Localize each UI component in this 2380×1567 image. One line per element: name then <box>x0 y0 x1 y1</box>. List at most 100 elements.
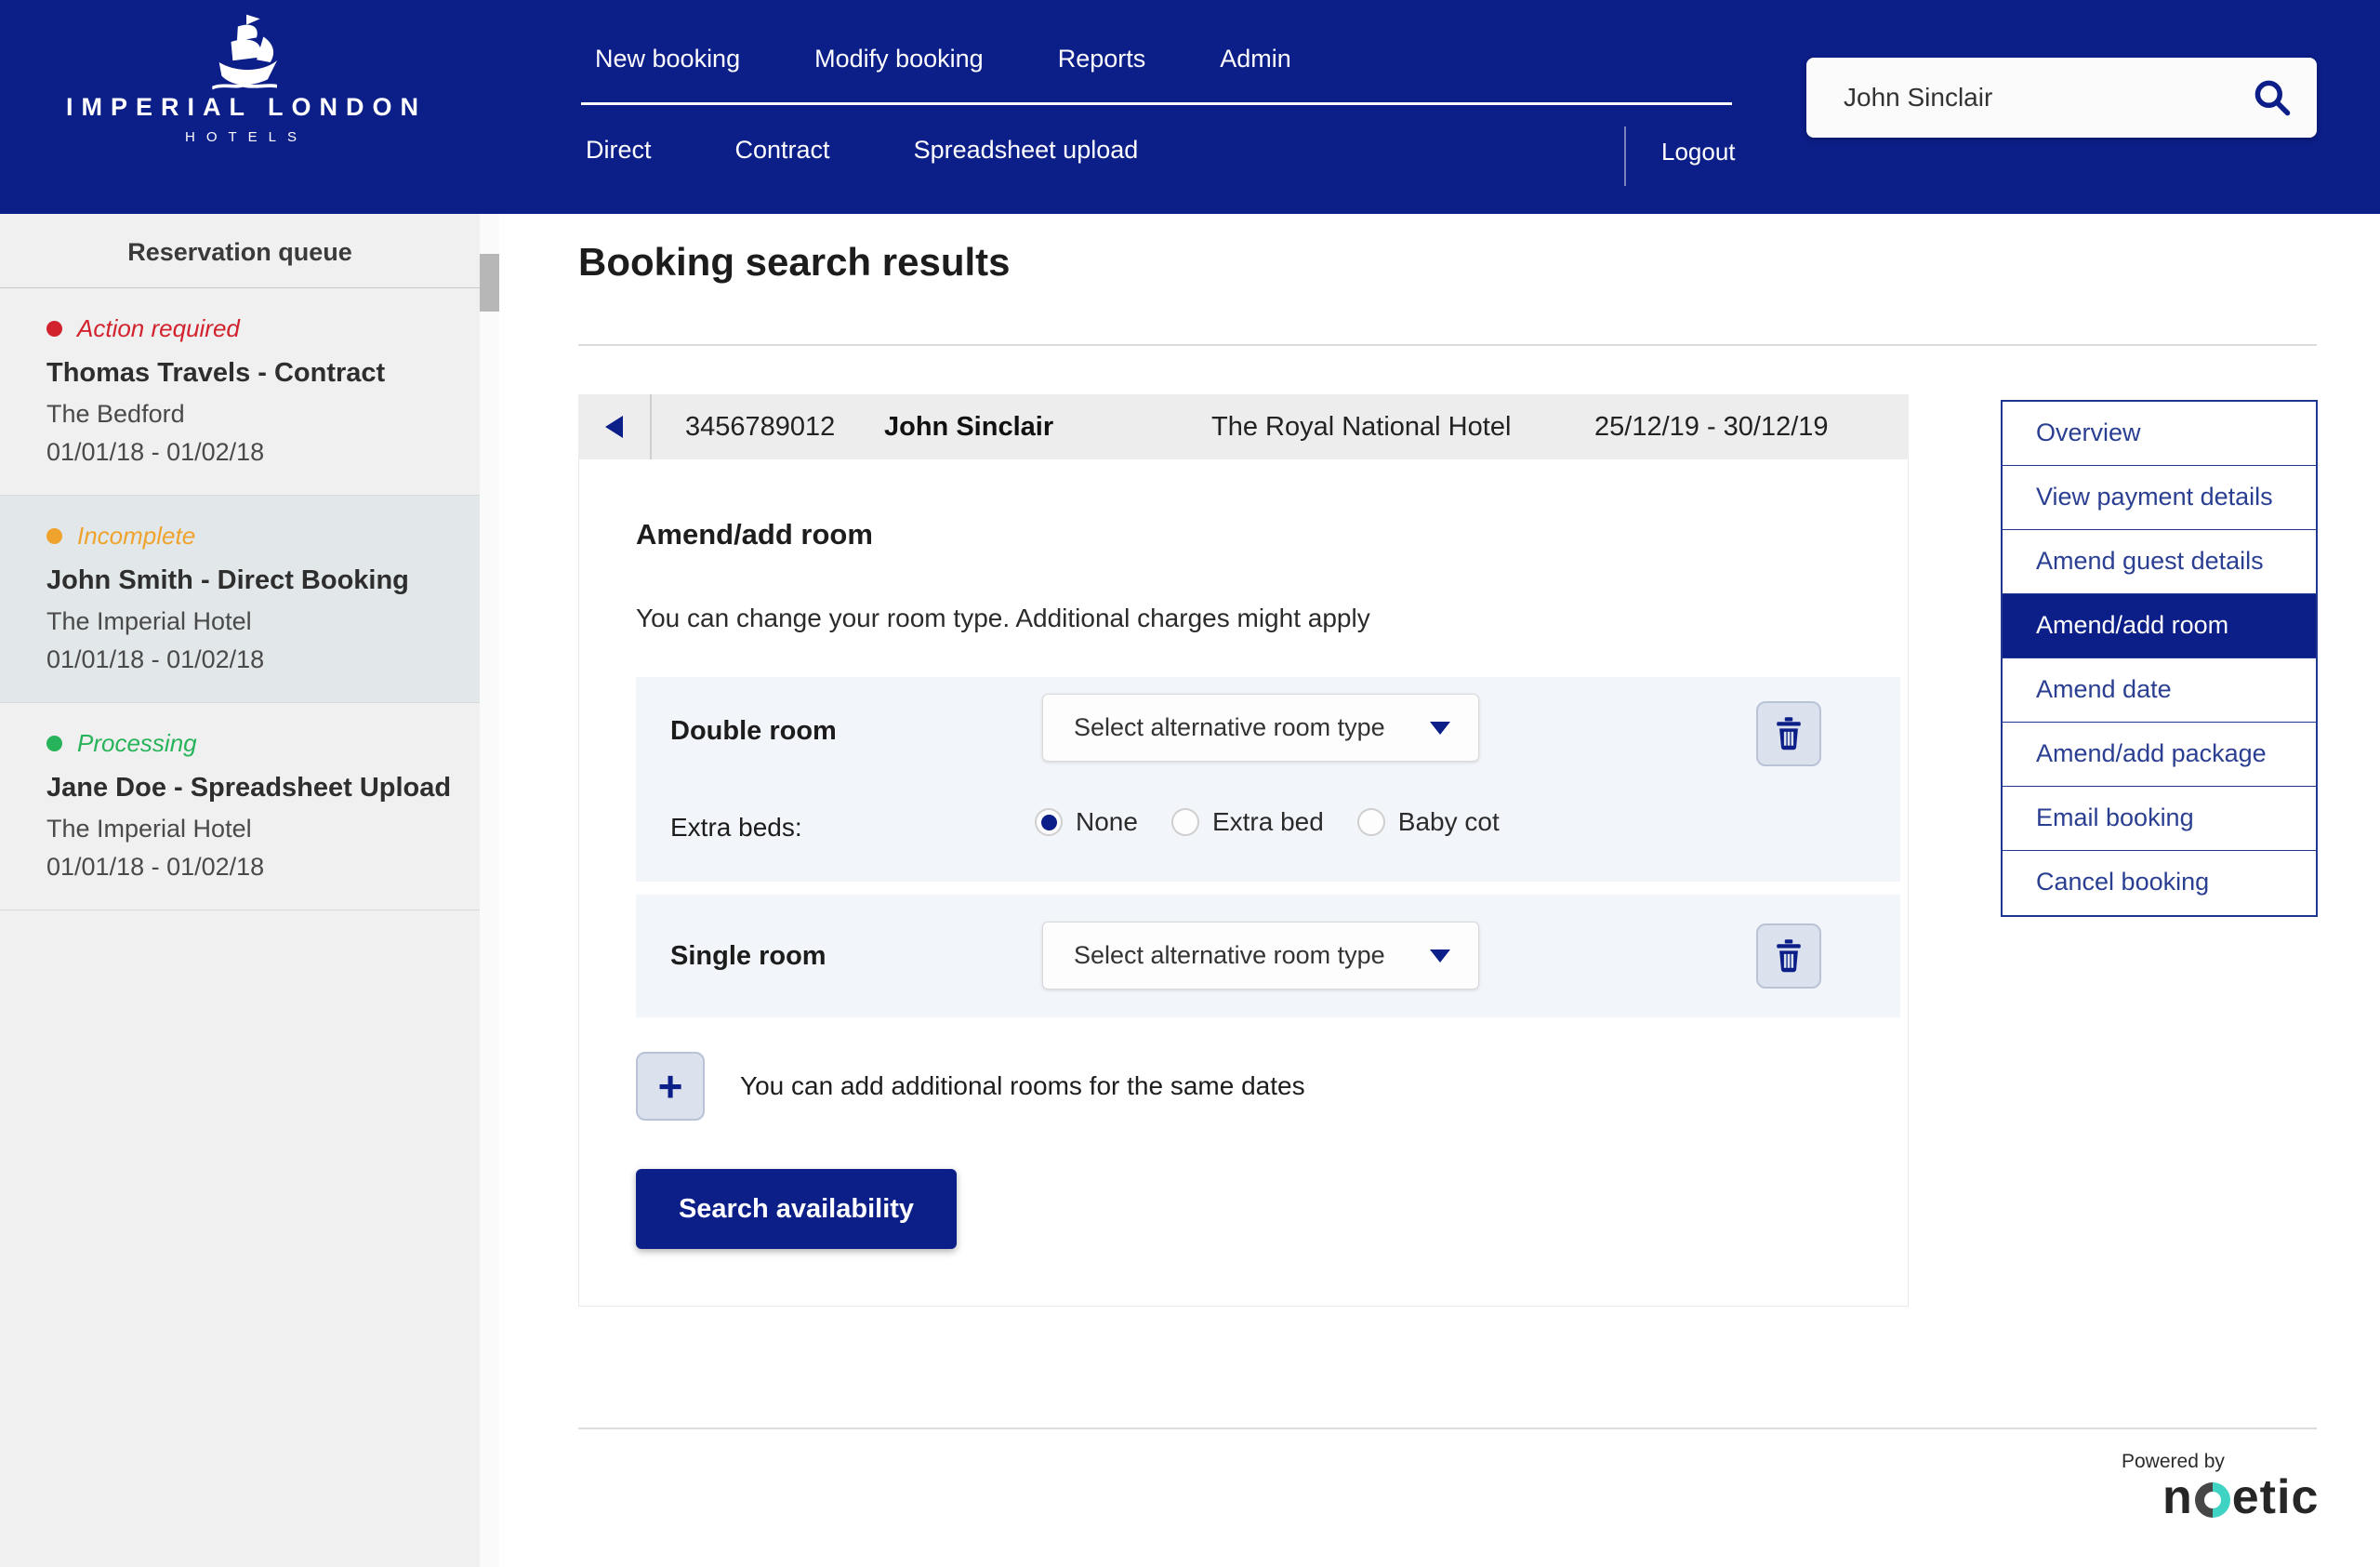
add-room-button[interactable]: + <box>636 1052 705 1121</box>
queue-item-hotel: The Imperial Hotel <box>46 815 461 843</box>
booking-hotel: The Royal National Hotel <box>1211 412 1594 443</box>
collapse-booking-button[interactable] <box>578 394 652 459</box>
delete-room-button[interactable] <box>1756 701 1821 766</box>
radio-circle-checked <box>1035 808 1063 836</box>
noetic-logo-n: n <box>2162 1469 2193 1525</box>
sidebar-title: Reservation queue <box>0 214 480 267</box>
radio-label: Baby cot <box>1398 807 1500 837</box>
trash-icon <box>1773 938 1805 974</box>
queue-item-dates: 01/01/18 - 01/02/18 <box>46 853 461 882</box>
queue-item-name: Thomas Travels - Contract <box>46 358 461 389</box>
extra-beds-radio-group: None Extra bed Baby cot <box>1035 807 1500 837</box>
page-title: Booking search results <box>578 240 1010 285</box>
menu-item-email-booking[interactable]: Email booking <box>2003 787 2316 851</box>
noetic-logo: netic <box>2162 1469 2319 1525</box>
status-label: Action required <box>77 314 240 343</box>
menu-item-overview[interactable]: Overview <box>2003 402 2316 466</box>
room-panel-double: Double room Select alternative room type… <box>636 677 1900 882</box>
secondary-nav: Direct Contract Spreadsheet upload <box>586 136 1138 165</box>
queue-item-dates: 01/01/18 - 01/02/18 <box>46 438 461 467</box>
booking-action-menu: Overview View payment details Amend gues… <box>2001 400 2318 917</box>
queue-item-hotel: The Bedford <box>46 400 461 429</box>
sidebar-scrollbar-thumb[interactable] <box>480 254 499 312</box>
ship-logo-icon <box>56 11 437 93</box>
brand-name: IMPERIAL LONDON <box>56 93 437 122</box>
nav-new-booking[interactable]: New booking <box>595 45 740 73</box>
queue-item-dates: 01/01/18 - 01/02/18 <box>46 645 461 674</box>
chevron-down-icon <box>1430 949 1450 963</box>
triangle-left-icon <box>605 416 623 438</box>
status-dot <box>46 736 62 751</box>
booking-guest-name: John Sinclair <box>884 412 1211 443</box>
noetic-logo-etic: etic <box>2232 1469 2320 1525</box>
radio-label: None <box>1076 807 1138 837</box>
trash-icon <box>1773 716 1805 751</box>
brand-subtitle: HOTELS <box>56 129 437 145</box>
booking-result-row[interactable]: 3456789012 John Sinclair The Royal Natio… <box>578 394 1909 459</box>
nav-modify-booking[interactable]: Modify booking <box>814 45 984 73</box>
status-row: Incomplete <box>46 522 461 551</box>
radio-extra-bed[interactable]: Extra bed <box>1171 807 1324 837</box>
chevron-down-icon <box>1430 722 1450 735</box>
menu-item-view-payment-details[interactable]: View payment details <box>2003 466 2316 530</box>
primary-nav: New booking Modify booking Reports Admin <box>595 45 1291 73</box>
status-row: Action required <box>46 314 461 343</box>
section-description: You can change your room type. Additiona… <box>636 604 1370 633</box>
delete-room-button[interactable] <box>1756 923 1821 989</box>
status-row: Processing <box>46 729 461 758</box>
room-select-placeholder: Select alternative room type <box>1043 713 1430 742</box>
radio-none[interactable]: None <box>1035 807 1138 837</box>
logout-button[interactable]: Logout <box>1661 138 1736 166</box>
radio-baby-cot[interactable]: Baby cot <box>1357 807 1500 837</box>
noetic-logo-o-icon <box>2195 1482 2230 1518</box>
menu-item-cancel-booking[interactable]: Cancel booking <box>2003 851 2316 915</box>
nav-reports[interactable]: Reports <box>1058 45 1146 73</box>
status-label: Incomplete <box>77 522 195 551</box>
search-availability-button[interactable]: Search availability <box>636 1169 957 1249</box>
booking-card: 3456789012 John Sinclair The Royal Natio… <box>578 394 1909 1307</box>
brand-logo: IMPERIAL LONDON HOTELS <box>56 11 437 145</box>
nav-admin[interactable]: Admin <box>1220 45 1291 73</box>
search-icon[interactable] <box>2252 77 2293 118</box>
booking-id: 3456789012 <box>652 412 884 443</box>
search-input[interactable] <box>1806 83 2252 113</box>
footer-rule <box>578 1428 2317 1429</box>
search-box <box>1806 58 2317 138</box>
queue-item-name: John Smith - Direct Booking <box>46 565 461 596</box>
booking-dates: 25/12/19 - 30/12/19 <box>1594 412 1829 443</box>
room-panel-single: Single room Select alternative room type <box>636 895 1900 1017</box>
nav-underline <box>581 102 1732 105</box>
top-header-bar: IMPERIAL LONDON HOTELS New booking Modif… <box>0 0 2380 214</box>
queue-item-thomas-travels[interactable]: Action required Thomas Travels - Contrac… <box>0 288 480 496</box>
section-title: Amend/add room <box>636 518 873 551</box>
menu-item-amend-add-package[interactable]: Amend/add package <box>2003 723 2316 787</box>
status-label: Processing <box>77 729 197 758</box>
nav-contract[interactable]: Contract <box>735 136 830 165</box>
radio-circle <box>1357 808 1385 836</box>
radio-circle <box>1171 808 1199 836</box>
menu-item-amend-add-room[interactable]: Amend/add room <box>2003 594 2316 658</box>
add-room-row: + You can add additional rooms for the s… <box>636 1052 1305 1121</box>
queue-item-name: Jane Doe - Spreadsheet Upload <box>46 773 461 803</box>
queue-item-jane-doe[interactable]: Processing Jane Doe - Spreadsheet Upload… <box>0 703 480 910</box>
queue-item-hotel: The Imperial Hotel <box>46 607 461 636</box>
radio-label: Extra bed <box>1212 807 1324 837</box>
nav-spreadsheet-upload[interactable]: Spreadsheet upload <box>914 136 1139 165</box>
sidebar-scrollbar-track <box>480 214 499 1567</box>
title-rule <box>578 344 2317 346</box>
status-dot <box>46 321 62 337</box>
queue-item-john-smith[interactable]: Incomplete John Smith - Direct Booking T… <box>0 496 480 703</box>
menu-item-amend-guest-details[interactable]: Amend guest details <box>2003 530 2316 594</box>
add-room-hint: You can add additional rooms for the sam… <box>740 1071 1305 1101</box>
room-select-placeholder: Select alternative room type <box>1043 941 1430 970</box>
room-type-label: Single room <box>670 941 826 972</box>
nav-direct[interactable]: Direct <box>586 136 652 165</box>
status-dot <box>46 528 62 544</box>
reservation-queue-sidebar: Reservation queue Action required Thomas… <box>0 214 499 1567</box>
plus-icon: + <box>658 1065 683 1108</box>
header-divider <box>1624 126 1626 186</box>
extra-beds-label: Extra beds: <box>670 813 802 843</box>
room-type-select[interactable]: Select alternative room type <box>1042 922 1479 989</box>
room-type-select[interactable]: Select alternative room type <box>1042 694 1479 762</box>
menu-item-amend-date[interactable]: Amend date <box>2003 658 2316 723</box>
